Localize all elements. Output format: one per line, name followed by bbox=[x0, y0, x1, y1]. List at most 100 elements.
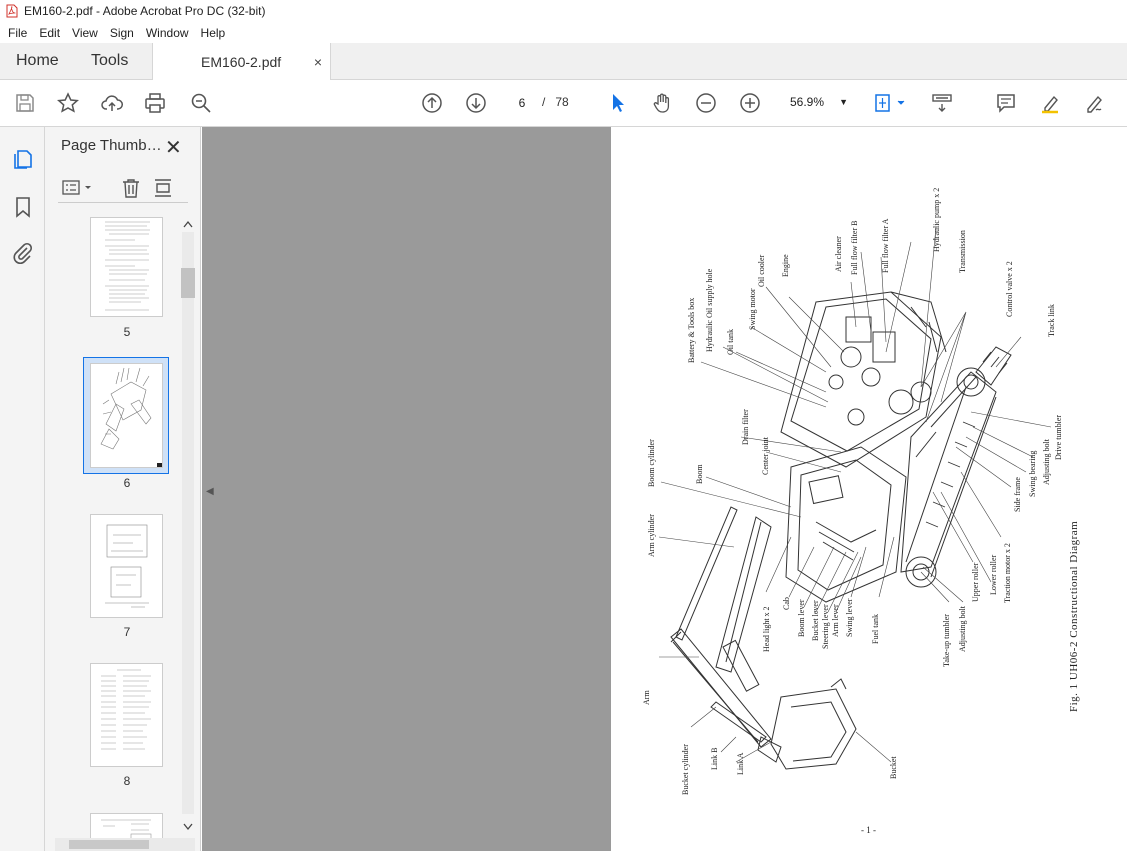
label-head-light: Head light x 2 bbox=[762, 606, 771, 652]
thumbnail-page-5[interactable] bbox=[90, 217, 163, 317]
zoom-dropdown[interactable]: 56.9% ▼ bbox=[782, 89, 854, 115]
label-oil-cooler: Oil cooler bbox=[757, 254, 766, 287]
label-bucket-lever: Bucket lever bbox=[811, 600, 820, 641]
horizontal-scroll-thumb[interactable] bbox=[69, 840, 149, 849]
scroll-up-icon[interactable] bbox=[183, 220, 193, 228]
thumbnail-scrollbar[interactable] bbox=[180, 218, 196, 831]
delete-icon[interactable] bbox=[120, 177, 142, 199]
zoom-value: 56.9% bbox=[790, 95, 825, 109]
label-bucket: Bucket bbox=[889, 756, 898, 779]
thumbnail-label-7: 7 bbox=[123, 625, 131, 639]
label-ff-b: Full flow filter B bbox=[850, 221, 859, 275]
close-icon[interactable]: ✕ bbox=[165, 135, 182, 160]
thumbnail-page-8[interactable] bbox=[90, 663, 163, 767]
menu-file[interactable]: File bbox=[2, 26, 33, 40]
excavator-drawing bbox=[670, 291, 1012, 770]
thumbnail-options-icon[interactable] bbox=[62, 178, 96, 198]
save-icon[interactable] bbox=[12, 90, 38, 116]
label-battery: Battery & Tools box bbox=[687, 298, 696, 363]
scroll-thumb[interactable] bbox=[181, 268, 195, 298]
menu-help[interactable]: Help bbox=[195, 26, 232, 40]
tab-tools[interactable]: Tools bbox=[75, 43, 152, 79]
page-thumbnails-panel: Page Thumb… ✕ 5 6 7 8 bbox=[45, 127, 201, 851]
panel-title: Page Thumb… bbox=[61, 137, 162, 154]
label-fuel-tank: Fuel tank bbox=[871, 614, 880, 644]
attachment-icon[interactable] bbox=[11, 241, 35, 265]
comment-icon[interactable] bbox=[993, 90, 1019, 116]
thumbnail-6-content bbox=[100, 367, 162, 468]
zoom-out-icon[interactable] bbox=[693, 90, 719, 116]
hand-tool-icon[interactable] bbox=[649, 90, 675, 116]
scroll-down-icon[interactable] bbox=[183, 823, 193, 831]
page-separator: / bbox=[542, 95, 546, 109]
next-page-icon[interactable] bbox=[463, 90, 489, 116]
label-lower-roller: Lower roller bbox=[989, 554, 998, 595]
document-background bbox=[202, 127, 611, 851]
thumbnail-list: 5 6 7 8 bbox=[45, 217, 180, 847]
menu-window[interactable]: Window bbox=[140, 26, 195, 40]
menu-bar: File Edit View Sign Window Help bbox=[0, 22, 1127, 43]
menu-edit[interactable]: Edit bbox=[33, 26, 66, 40]
label-transmission: Transmission bbox=[958, 230, 967, 273]
draw-sign-icon[interactable] bbox=[1081, 90, 1107, 116]
tab-document[interactable]: EM160-2.pdf × bbox=[152, 43, 331, 80]
thumbnail-label-8: 8 bbox=[123, 774, 131, 788]
pdf-page: Battery & Tools box Hydraulic Oil supply… bbox=[611, 127, 1127, 851]
tab-bar: Home Tools EM160-2.pdf × bbox=[0, 43, 1127, 80]
highlight-pen-icon[interactable] bbox=[1037, 90, 1063, 116]
label-control-valve: Control valve x 2 bbox=[1005, 261, 1014, 317]
label-steering-lever: Steering lever bbox=[821, 604, 830, 649]
label-hyd-pump: Hydraulic pump x 2 bbox=[932, 188, 941, 252]
label-take-up: Take-up tumbler bbox=[942, 614, 951, 667]
thumbnail-horizontal-scrollbar[interactable] bbox=[55, 838, 195, 851]
total-pages: 78 bbox=[555, 95, 569, 109]
previous-page-icon[interactable] bbox=[419, 90, 445, 116]
page-count: / 78 bbox=[542, 89, 569, 115]
menu-sign[interactable]: Sign bbox=[104, 26, 140, 40]
label-link-b: Link B bbox=[710, 748, 719, 770]
page-number-input[interactable]: 6 bbox=[506, 89, 538, 115]
tab-home[interactable]: Home bbox=[0, 43, 75, 79]
label-boom: Boom bbox=[695, 464, 704, 484]
tab-document-label: EM160-2.pdf bbox=[201, 53, 282, 70]
label-boom-lever: Boom lever bbox=[797, 599, 806, 637]
label-hyd-oil-supply: Hydraulic Oil supply hole bbox=[705, 268, 714, 352]
collapse-panel-icon[interactable]: ◀ bbox=[206, 486, 214, 497]
thumbnail-7-content bbox=[105, 524, 149, 608]
upload-cloud-icon[interactable] bbox=[99, 90, 125, 116]
label-arm-lever: Arm lever bbox=[831, 604, 840, 637]
thumbnail-page-7[interactable] bbox=[90, 514, 163, 618]
zoom-search-icon[interactable] bbox=[188, 90, 214, 116]
bookmark-icon[interactable] bbox=[11, 195, 35, 219]
tab-close-icon[interactable]: × bbox=[314, 54, 322, 70]
thumbnail-label-5: 5 bbox=[123, 325, 131, 339]
label-boom-cylinder: Boom cylinder bbox=[647, 439, 656, 487]
thumbnail-page-6[interactable] bbox=[90, 363, 163, 468]
label-arm-cylinder: Arm cylinder bbox=[647, 514, 656, 557]
leader-lines bbox=[658, 226, 1052, 763]
label-bucket-cylinder: Bucket cylinder bbox=[681, 744, 690, 795]
label-drive-tumbler: Drive tumbler bbox=[1054, 415, 1063, 460]
label-adjusting-bolt-2: Adjusting bolt bbox=[1042, 438, 1051, 485]
print-icon[interactable] bbox=[142, 90, 168, 116]
menu-view[interactable]: View bbox=[66, 26, 104, 40]
label-engine: Engine bbox=[781, 254, 790, 277]
fit-page-icon[interactable] bbox=[872, 90, 912, 116]
label-oil-tank: Oil tank bbox=[726, 329, 735, 355]
select-cursor-icon[interactable] bbox=[605, 90, 631, 116]
insert-page-icon[interactable] bbox=[152, 177, 174, 199]
page-footer-number: - 1 - bbox=[861, 825, 876, 835]
diagram-labels: Battery & Tools box Hydraulic Oil supply… bbox=[642, 188, 1080, 835]
star-icon[interactable] bbox=[55, 90, 81, 116]
label-traction-motor: Traction motor x 2 bbox=[1003, 543, 1012, 603]
thumbnail-label-6: 6 bbox=[123, 476, 131, 490]
left-navigation-rail bbox=[0, 127, 45, 851]
label-swing-lever: Swing lever bbox=[845, 598, 854, 637]
construction-diagram: Battery & Tools box Hydraulic Oil supply… bbox=[642, 188, 1080, 835]
page-thumbnails-icon[interactable] bbox=[11, 147, 35, 171]
scroll-mode-icon[interactable] bbox=[929, 90, 955, 116]
label-side-frame: Side frame bbox=[1013, 477, 1022, 512]
label-drain-filter: Drain filter bbox=[741, 409, 750, 445]
label-swing-bearing: Swing bearing bbox=[1028, 451, 1037, 497]
zoom-in-icon[interactable] bbox=[737, 90, 763, 116]
